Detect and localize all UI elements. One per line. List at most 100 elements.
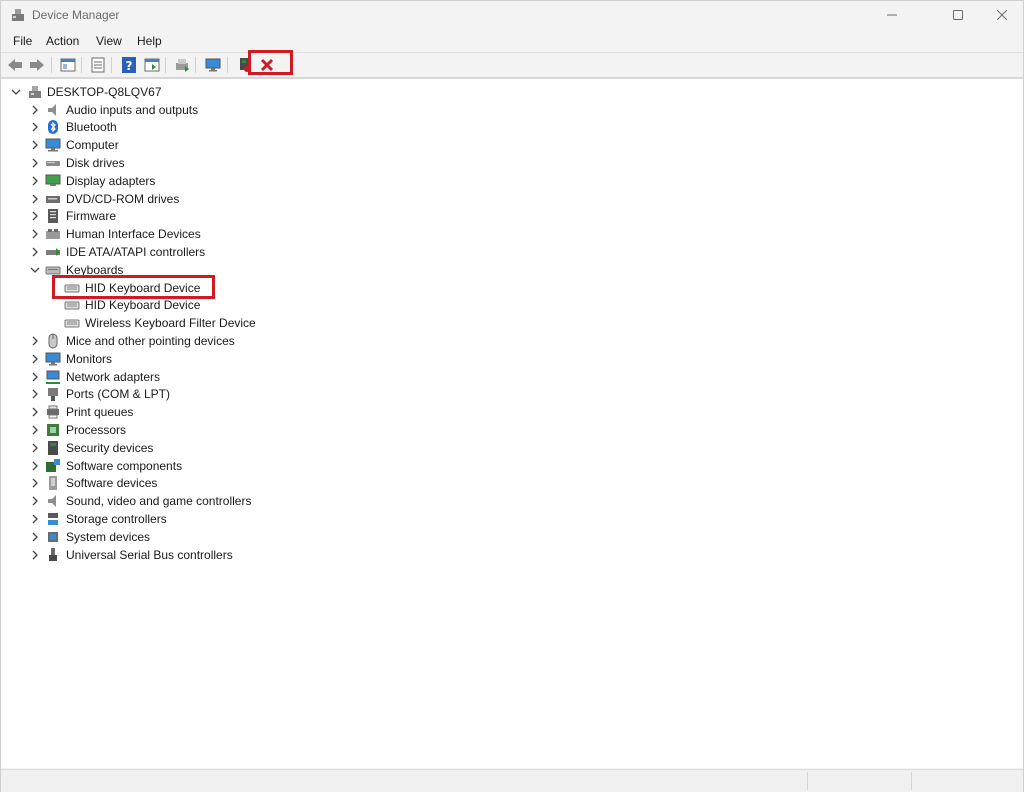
- tree-category-label[interactable]: Software devices: [66, 475, 157, 491]
- maximize-button[interactable]: [935, 1, 981, 29]
- scan-hardware-button[interactable]: [204, 56, 222, 74]
- category-icon: [48, 512, 58, 525]
- menu-help[interactable]: Help: [137, 34, 162, 48]
- chevron-right-icon[interactable]: [30, 372, 40, 382]
- category-icon: [48, 495, 56, 508]
- chevron-right-icon[interactable]: [30, 247, 40, 257]
- chevron-right-icon[interactable]: [30, 229, 40, 239]
- chevron-right-icon[interactable]: [30, 176, 40, 186]
- menu-action[interactable]: Action: [46, 34, 79, 48]
- tree-category-label[interactable]: Computer: [66, 137, 119, 153]
- device-manager-window: Device Manager File Action View Help ? D…: [0, 0, 1024, 792]
- toolbar: ?: [1, 50, 1023, 78]
- category-icon: [48, 440, 58, 455]
- chevron-right-icon[interactable]: [30, 461, 40, 471]
- chevron-down-icon[interactable]: [11, 87, 21, 97]
- chevron-right-icon[interactable]: [30, 158, 40, 168]
- back-button[interactable]: [6, 56, 24, 74]
- toolbar-separator: [195, 57, 196, 73]
- tree-category-label[interactable]: Mice and other pointing devices: [66, 333, 235, 349]
- chevron-right-icon[interactable]: [30, 550, 40, 560]
- tree-category-label[interactable]: Firmware: [66, 208, 116, 224]
- chevron-right-icon[interactable]: [30, 140, 40, 150]
- category-icon: [48, 388, 58, 402]
- view-button[interactable]: [143, 56, 161, 74]
- tree-category-label[interactable]: Ports (COM & LPT): [66, 386, 170, 402]
- minimize-button[interactable]: [869, 1, 915, 29]
- chevron-right-icon[interactable]: [30, 122, 40, 132]
- tree-category-label[interactable]: Monitors: [66, 351, 112, 367]
- forward-button[interactable]: [28, 56, 46, 74]
- tree-category-label[interactable]: System devices: [66, 529, 150, 545]
- toolbar-separator: [111, 57, 112, 73]
- chevron-right-icon[interactable]: [30, 478, 40, 488]
- tree-category-label[interactable]: Processors: [66, 422, 126, 438]
- tree-device-label[interactable]: HID Keyboard Device: [85, 297, 200, 313]
- category-icon: [45, 138, 61, 152]
- chevron-down-icon[interactable]: [30, 265, 40, 275]
- tree-category-label[interactable]: DVD/CD-ROM drives: [66, 191, 179, 207]
- tree-category-label[interactable]: IDE ATA/ATAPI controllers: [66, 244, 205, 260]
- window-title: Device Manager: [32, 8, 120, 22]
- view-icon: [144, 58, 160, 72]
- tree-category-label[interactable]: Sound, video and game controllers: [66, 493, 251, 509]
- category-icon: [46, 458, 60, 472]
- menu-view[interactable]: View: [96, 34, 122, 48]
- show-hide-console-tree-button[interactable]: [59, 56, 77, 74]
- tree-category-label[interactable]: Print queues: [66, 404, 133, 420]
- properties-button[interactable]: [89, 56, 107, 74]
- tree-category-label[interactable]: Audio inputs and outputs: [66, 102, 198, 118]
- chevron-right-icon[interactable]: [30, 336, 40, 346]
- category-icon: [48, 333, 58, 349]
- toolbar-separator: [51, 57, 52, 73]
- device-manager-icon: [12, 9, 24, 21]
- chevron-right-icon[interactable]: [30, 105, 40, 115]
- toolbar-separator: [227, 57, 228, 73]
- tree-category-label[interactable]: Human Interface Devices: [66, 226, 201, 242]
- chevron-right-icon[interactable]: [30, 389, 40, 399]
- help-button[interactable]: ?: [120, 56, 138, 74]
- tree-category-label[interactable]: Universal Serial Bus controllers: [66, 547, 233, 563]
- close-button[interactable]: [979, 1, 1024, 29]
- chevron-right-icon[interactable]: [30, 211, 40, 221]
- chevron-right-icon[interactable]: [30, 514, 40, 524]
- category-icon: [49, 476, 57, 491]
- keyboard-icon: [64, 301, 80, 310]
- tree-category-label[interactable]: Storage controllers: [66, 511, 167, 527]
- category-icon: [48, 209, 58, 224]
- help-icon: ?: [122, 57, 136, 73]
- status-divider: [911, 772, 912, 790]
- forward-icon: [30, 59, 44, 71]
- status-divider: [807, 772, 808, 790]
- category-icon: [46, 229, 60, 240]
- category-icon: [47, 405, 59, 419]
- chevron-right-icon[interactable]: [30, 496, 40, 506]
- tree-category-label[interactable]: Bluetooth: [66, 119, 117, 135]
- chevron-right-icon[interactable]: [30, 354, 40, 364]
- chevron-right-icon[interactable]: [30, 443, 40, 453]
- tree-category-label[interactable]: Security devices: [66, 440, 153, 456]
- category-icon: [46, 195, 60, 203]
- tree-category-label[interactable]: Software components: [66, 458, 182, 474]
- category-icon: [46, 370, 60, 384]
- maximize-icon: [953, 10, 963, 20]
- tree-category-label[interactable]: Display adapters: [66, 173, 155, 189]
- svg-text:?: ?: [126, 59, 133, 73]
- uninstall-highlight-box: [248, 50, 293, 75]
- category-icon: [48, 103, 56, 116]
- tree-category-label[interactable]: Disk drives: [66, 155, 125, 171]
- menu-file[interactable]: File: [13, 34, 32, 48]
- chevron-right-icon[interactable]: [30, 532, 40, 542]
- tree-root-label[interactable]: DESKTOP-Q8LQV67: [47, 84, 162, 100]
- update-driver-button[interactable]: [173, 56, 191, 74]
- keyboard-icon: [64, 319, 80, 328]
- chevron-right-icon[interactable]: [30, 407, 40, 417]
- category-icon: [46, 247, 60, 256]
- chevron-right-icon[interactable]: [30, 425, 40, 435]
- category-icon: [47, 423, 59, 436]
- tree-category-label[interactable]: Network adapters: [66, 369, 160, 385]
- selected-device-highlight-box: [52, 274, 215, 299]
- chevron-right-icon[interactable]: [30, 194, 40, 204]
- category-icon: [48, 531, 58, 542]
- tree-device-label[interactable]: Wireless Keyboard Filter Device: [85, 315, 256, 331]
